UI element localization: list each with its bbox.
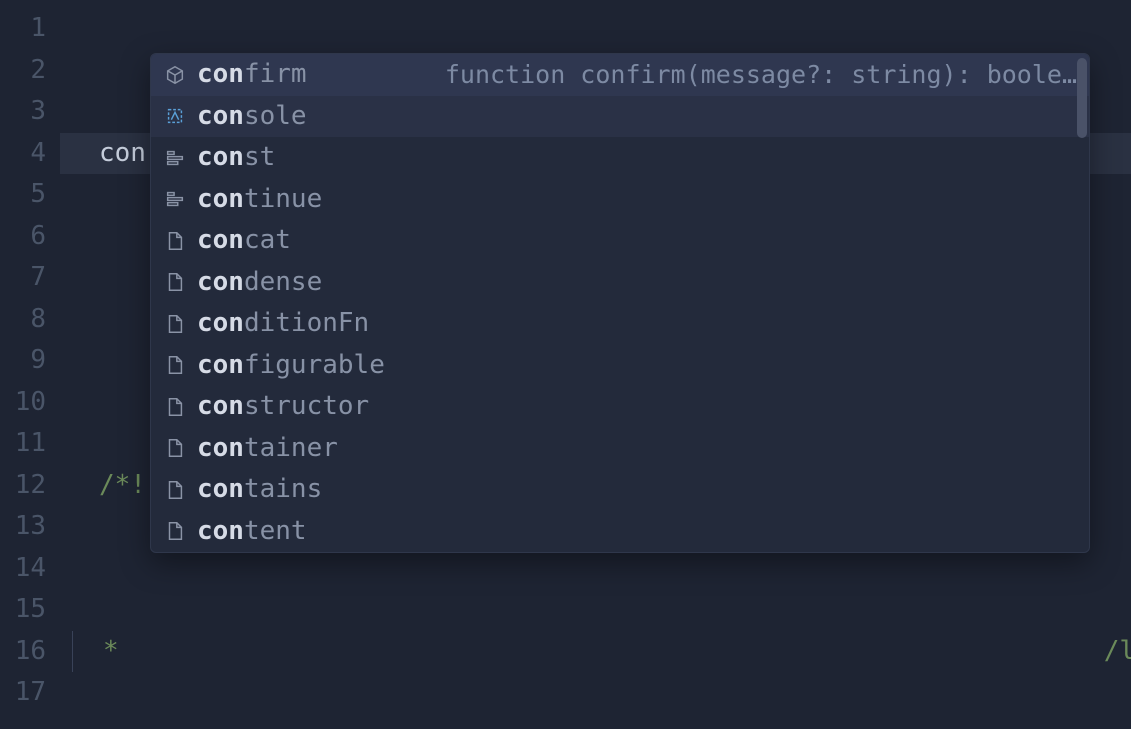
line-number: 7 [0, 257, 46, 299]
autocomplete-label: content [197, 511, 307, 553]
line-number: 2 [0, 50, 46, 92]
comment-star: * [103, 631, 119, 673]
autocomplete-label: container [197, 428, 338, 470]
file-icon [161, 271, 189, 293]
autocomplete-label: conditionFn [197, 303, 369, 345]
suggest-scrollbar[interactable] [1077, 58, 1087, 138]
method-icon [161, 64, 189, 86]
line-number: 5 [0, 174, 46, 216]
line-number: 14 [0, 548, 46, 590]
autocomplete-label: continue [197, 179, 322, 221]
line-number: 10 [0, 382, 46, 424]
typed-text: con [99, 133, 146, 175]
file-icon [161, 437, 189, 459]
line-number: 11 [0, 423, 46, 465]
line-number: 6 [0, 216, 46, 258]
line-number: 15 [0, 589, 46, 631]
autocomplete-item[interactable]: continue [151, 179, 1089, 221]
autocomplete-item[interactable]: contains [151, 469, 1089, 511]
file-icon [161, 396, 189, 418]
autocomplete-label: configurable [197, 345, 385, 387]
autocomplete-label: console [197, 96, 307, 138]
autocomplete-item[interactable]: container [151, 428, 1089, 470]
comment-fragment: /l [1104, 631, 1131, 673]
comment-open: /*! [99, 465, 146, 507]
autocomplete-item[interactable]: condense [151, 262, 1089, 304]
file-icon [161, 354, 189, 376]
keyword-icon [161, 147, 189, 169]
line-number: 1 [0, 8, 46, 50]
file-icon [161, 313, 189, 335]
autocomplete-label: concat [197, 220, 291, 262]
line-number: 8 [0, 299, 46, 341]
file-icon [161, 230, 189, 252]
autocomplete-item[interactable]: console [151, 96, 1089, 138]
file-icon [161, 520, 189, 542]
keyword-icon [161, 188, 189, 210]
autocomplete-label: const [197, 137, 275, 179]
autocomplete-item[interactable]: constructor [151, 386, 1089, 428]
line-number: 16 [0, 631, 46, 673]
line-number: 17 [0, 672, 46, 714]
autocomplete-item[interactable]: configurable [151, 345, 1089, 387]
line-number: 4 [0, 133, 46, 175]
autocomplete-popup[interactable]: confirmfunction confirm(message?: string… [150, 53, 1090, 553]
autocomplete-detail: function confirm(message?: string): bool… [307, 54, 1077, 96]
autocomplete-item[interactable]: concat [151, 220, 1089, 262]
indent-guide [72, 631, 73, 673]
autocomplete-item[interactable]: content [151, 511, 1089, 553]
autocomplete-label: confirm [197, 54, 307, 96]
autocomplete-label: condense [197, 262, 322, 304]
line-number: 12 [0, 465, 46, 507]
autocomplete-label: contains [197, 469, 322, 511]
autocomplete-item[interactable]: conditionFn [151, 303, 1089, 345]
autocomplete-item[interactable]: const [151, 137, 1089, 179]
line-number: 9 [0, 340, 46, 382]
variable-icon [161, 105, 189, 127]
autocomplete-item[interactable]: confirmfunction confirm(message?: string… [151, 54, 1089, 96]
line-number-gutter: 1 2 3 4 5 6 7 8 9 10 11 12 13 14 15 16 1… [0, 0, 60, 729]
line-number: 3 [0, 91, 46, 133]
code-line[interactable]: * /l [72, 631, 1131, 673]
autocomplete-label: constructor [197, 386, 369, 428]
file-icon [161, 479, 189, 501]
line-number: 13 [0, 506, 46, 548]
